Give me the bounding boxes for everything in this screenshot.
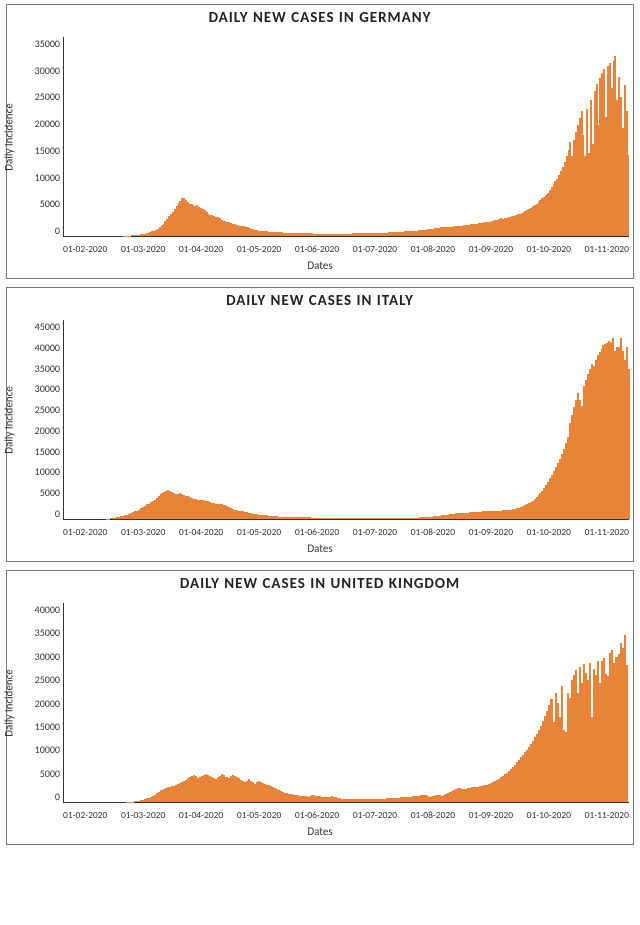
x-tick-label: 01-10-2020 (527, 243, 571, 255)
x-tick-label: 01-03-2020 (121, 526, 165, 538)
y-tick-label: 0 (55, 790, 60, 803)
y-axis-label: Daily Incidence (3, 386, 16, 453)
y-tick-label: 10000 (35, 743, 60, 756)
y-tick-label: 30000 (35, 382, 60, 395)
y-tick-label: 10000 (35, 465, 60, 478)
y-tick-label: 20000 (35, 424, 60, 437)
x-tick-label: 01-07-2020 (353, 809, 397, 821)
y-tick-label: 45000 (35, 320, 60, 333)
bar (628, 155, 630, 236)
chart-title: DAILY NEW CASES IN GERMANY (7, 9, 633, 27)
y-tick-label: 5000 (40, 486, 60, 499)
y-tick-label: 25000 (35, 90, 60, 103)
y-tick-label: 10000 (35, 171, 60, 184)
y-tick-label: 5000 (40, 767, 60, 780)
y-tick-label: 0 (55, 224, 60, 237)
y-axis: 40000 35000 30000 25000 20000 15000 10000 5000 0 (27, 603, 63, 803)
chart-panel: DAILY NEW CASES IN GERMANY Daily Incidenc… (6, 4, 634, 279)
bar (628, 369, 630, 519)
y-tick-label: 40000 (35, 341, 60, 354)
x-tick-label: 01-07-2020 (353, 526, 397, 538)
x-tick-label: 01-09-2020 (469, 243, 513, 255)
chart-title: DAILY NEW CASES IN ITALY (7, 292, 633, 310)
y-tick-label: 5000 (40, 197, 60, 210)
y-tick-label: 20000 (35, 117, 60, 130)
x-axis-label: Dates (7, 825, 633, 838)
x-tick-label: 01-06-2020 (295, 809, 339, 821)
y-tick-label: 20000 (35, 697, 60, 710)
y-axis-label: Daily Incidence (3, 669, 16, 736)
x-tick-label: 01-07-2020 (353, 243, 397, 255)
x-tick-label: 01-10-2020 (527, 526, 571, 538)
x-axis: 01-02-2020 01-03-2020 01-04-2020 01-05-2020… (63, 807, 629, 821)
x-tick-label: 01-10-2020 (527, 809, 571, 821)
y-tick-label: 15000 (35, 720, 60, 733)
bar (626, 665, 628, 802)
x-tick-label: 01-02-2020 (63, 526, 107, 538)
y-tick-label: 15000 (35, 144, 60, 157)
y-tick-label: 40000 (35, 603, 60, 616)
x-tick-label: 01-05-2020 (237, 526, 281, 538)
y-tick-label: 35000 (35, 37, 60, 50)
y-axis: 35000 30000 25000 20000 15000 10000 5000 0 (27, 37, 63, 237)
x-tick-label: 01-11-2020 (585, 526, 629, 538)
x-tick-label: 01-11-2020 (585, 809, 629, 821)
y-tick-label: 30000 (35, 650, 60, 663)
y-tick-label: 15000 (35, 445, 60, 458)
y-tick-label: 35000 (35, 362, 60, 375)
x-tick-label: 01-05-2020 (237, 809, 281, 821)
chart-title: DAILY NEW CASES IN UNITED KINGDOM (7, 575, 633, 593)
y-axis: 45000 40000 35000 30000 25000 20000 15000 10000… (27, 320, 63, 520)
x-tick-label: 01-04-2020 (179, 526, 223, 538)
y-tick-label: 35000 (35, 626, 60, 639)
x-axis-label: Dates (7, 542, 633, 555)
x-tick-label: 01-06-2020 (295, 526, 339, 538)
x-tick-label: 01-06-2020 (295, 243, 339, 255)
x-tick-label: 01-02-2020 (63, 809, 107, 821)
x-tick-label: 01-04-2020 (179, 809, 223, 821)
x-tick-label: 01-11-2020 (585, 243, 629, 255)
x-tick-label: 01-03-2020 (121, 809, 165, 821)
plot-area (63, 320, 629, 520)
y-axis-label: Daily Incidence (3, 103, 16, 170)
x-axis-label: Dates (7, 259, 633, 272)
plot-area (63, 37, 629, 237)
y-tick-label: 30000 (35, 64, 60, 77)
x-tick-label: 01-02-2020 (63, 243, 107, 255)
x-tick-label: 01-08-2020 (411, 809, 455, 821)
x-tick-label: 01-09-2020 (469, 526, 513, 538)
y-tick-label: 25000 (35, 403, 60, 416)
y-tick-label: 25000 (35, 673, 60, 686)
x-tick-label: 01-04-2020 (179, 243, 223, 255)
x-axis: 01-02-2020 01-03-2020 01-04-2020 01-05-2020… (63, 524, 629, 538)
x-tick-label: 01-05-2020 (237, 243, 281, 255)
chart-panel: DAILY NEW CASES IN ITALY Daily Incidence 4… (6, 287, 634, 562)
x-tick-label: 01-09-2020 (469, 809, 513, 821)
x-axis: 01-02-2020 01-03-2020 01-04-2020 01-05-2020… (63, 241, 629, 255)
x-tick-label: 01-08-2020 (411, 243, 455, 255)
x-tick-label: 01-03-2020 (121, 243, 165, 255)
plot-area (63, 603, 629, 803)
x-tick-label: 01-08-2020 (411, 526, 455, 538)
chart-panel: DAILY NEW CASES IN UNITED KINGDOM Daily I… (6, 570, 634, 845)
y-tick-label: 0 (55, 507, 60, 520)
